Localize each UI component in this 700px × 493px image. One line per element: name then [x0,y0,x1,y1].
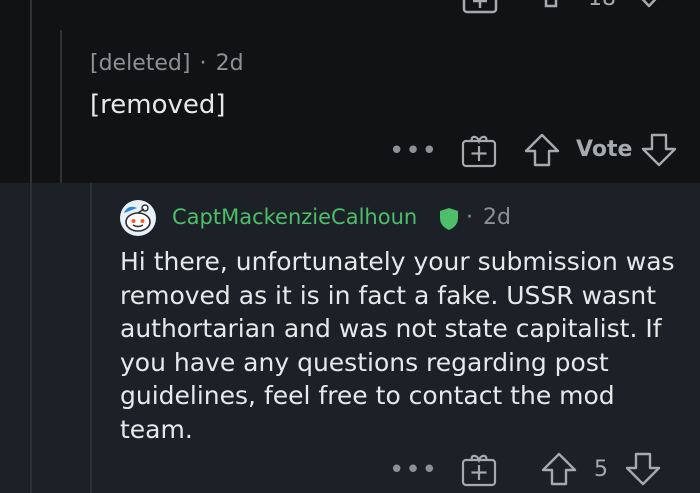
deleted-comment: 18 [deleted] · 2d [removed] ••• Vote [0,0,700,183]
moderator-shield-icon [439,207,459,231]
award-icon[interactable] [461,132,497,168]
author-name[interactable]: [deleted] [90,51,190,76]
comment-meta: [deleted] · 2d [90,51,244,76]
thread-line-outer[interactable] [30,183,32,493]
upvote-icon[interactable] [524,133,560,167]
vote-score: 5 [594,457,608,482]
comment-meta: CaptMackenzieCalhoun [172,205,458,230]
more-options-button[interactable]: ••• [389,455,438,485]
thread-line[interactable] [90,183,92,493]
upvote-icon[interactable] [541,452,577,486]
comment-body: [removed] [90,90,226,120]
thread-line-outer[interactable] [30,0,32,183]
downvote-icon[interactable] [630,0,668,16]
comment-body: Hi there, unfortunately your submission … [120,247,675,444]
downvote-icon[interactable] [625,452,661,486]
downvote-icon[interactable] [641,133,677,167]
meta-separator: · [466,205,473,230]
timestamp: 2d [215,51,244,76]
award-icon[interactable] [462,0,498,14]
more-options-button[interactable]: ••• [389,136,438,166]
mod-comment: CaptMackenzieCalhoun · 2d Hi there, unfo… [0,183,700,493]
award-icon[interactable] [461,451,497,487]
vote-label: Vote [576,137,633,162]
avatar[interactable] [119,199,157,241]
author-name[interactable]: CaptMackenzieCalhoun [172,205,417,229]
vote-count: 18 [588,0,616,11]
upvote-icon[interactable] [543,0,559,12]
timestamp: 2d [483,205,511,230]
thread-line[interactable] [60,30,62,183]
meta-separator: · [199,51,207,76]
